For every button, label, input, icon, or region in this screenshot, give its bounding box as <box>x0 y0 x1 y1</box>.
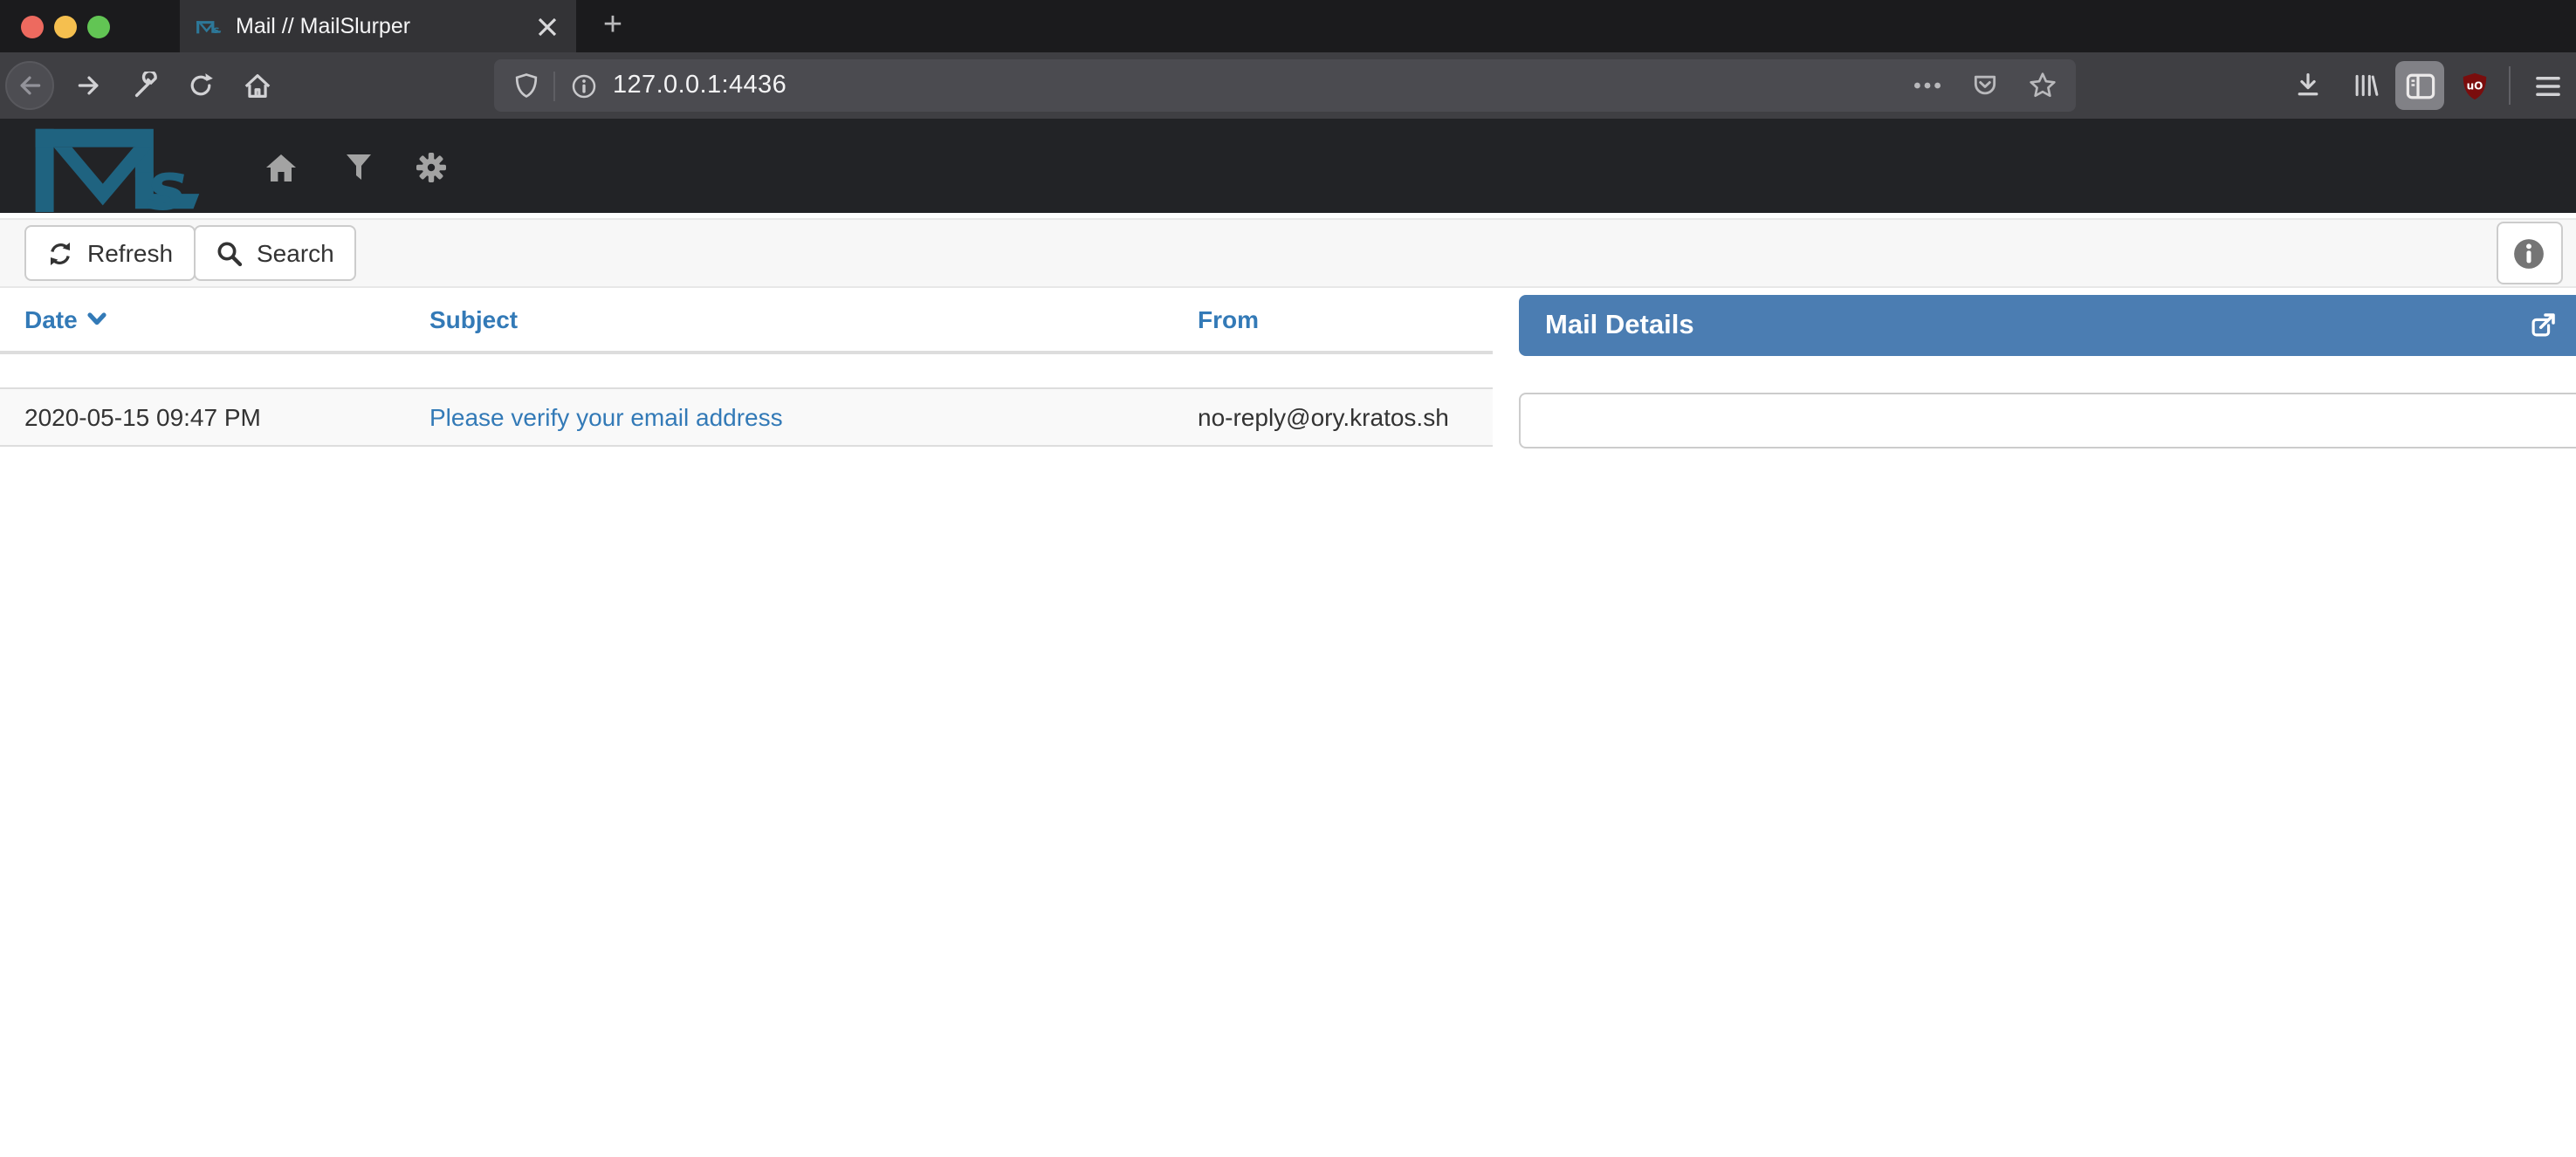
empty-table-row <box>0 354 1493 389</box>
library-button[interactable] <box>2339 61 2388 110</box>
mail-subject-cell: Please verify your email address <box>405 403 1173 431</box>
browser-tab[interactable]: s Mail // MailSlurper <box>180 0 576 52</box>
filter-icon <box>345 154 371 181</box>
page-actions-icon[interactable] <box>1913 79 1941 92</box>
browser-window: s Mail // MailSlurper + <box>0 0 2576 1157</box>
open-in-new-window-button[interactable] <box>2529 312 2555 339</box>
column-header-subject[interactable]: Subject <box>405 305 1173 333</box>
downloads-button[interactable] <box>2284 61 2332 110</box>
mail-row[interactable]: 2020-05-15 09:47 PM Please verify your e… <box>0 389 1493 447</box>
new-tab-button[interactable]: + <box>587 0 639 52</box>
home-icon <box>242 71 271 100</box>
ublock-icon: uO <box>2459 71 2489 100</box>
svg-text:s: s <box>213 23 219 35</box>
refresh-label: Refresh <box>87 239 173 267</box>
refresh-icon <box>47 240 73 266</box>
developer-tools-button[interactable] <box>120 61 169 110</box>
svg-text:s: s <box>147 147 186 213</box>
tracking-shield-icon[interactable] <box>513 72 539 99</box>
window-close-button[interactable] <box>21 15 44 38</box>
wrench-icon <box>130 71 160 100</box>
info-circle-icon <box>2512 236 2545 270</box>
mail-list-table: Date Subject From 2020-05-15 09:47 PM Pl… <box>0 288 1493 447</box>
reload-icon <box>187 72 215 99</box>
action-toolbar: Refresh Search <box>0 218 2576 288</box>
url-text[interactable]: 127.0.0.1:4436 <box>613 72 787 99</box>
nav-home-button[interactable] <box>264 150 299 185</box>
mail-details-header: Mail Details <box>1519 295 2576 356</box>
column-header-date[interactable]: Date <box>0 305 405 333</box>
sort-caret-down-icon <box>88 312 107 326</box>
info-icon[interactable] <box>571 72 597 99</box>
home-button[interactable] <box>232 61 281 110</box>
mail-from-cell: no-reply@ory.kratos.sh <box>1173 403 1493 431</box>
mailslurper-logo[interactable]: s <box>19 126 213 213</box>
toolbar-separator <box>2509 66 2511 105</box>
gear-icon <box>416 152 447 183</box>
mail-subject-link[interactable]: Please verify your email address <box>429 403 783 431</box>
tab-title: Mail // MailSlurper <box>236 14 532 38</box>
download-icon <box>2294 72 2322 99</box>
home-icon <box>265 153 297 182</box>
refresh-button[interactable]: Refresh <box>24 225 196 281</box>
column-header-from[interactable]: From <box>1173 305 1493 333</box>
external-link-icon <box>2529 312 2555 339</box>
sidebar-toggle-button[interactable] <box>2395 61 2444 110</box>
mailslurper-navbar: s <box>0 119 2576 213</box>
back-arrow-icon <box>16 72 44 99</box>
urlbar-divider <box>553 71 555 100</box>
tab-strip: s Mail // MailSlurper + <box>0 0 2576 52</box>
tab-close-icon[interactable] <box>532 12 560 40</box>
library-icon <box>2349 72 2379 99</box>
mailslurper-favicon: s <box>196 15 222 38</box>
nav-filter-button[interactable] <box>340 150 375 185</box>
window-zoom-button[interactable] <box>87 15 110 38</box>
bookmark-star-icon[interactable] <box>2029 72 2057 99</box>
mail-details-body <box>1519 393 2576 448</box>
search-button[interactable]: Search <box>194 225 357 281</box>
sidebar-icon <box>2405 72 2435 99</box>
mail-list-header-row: Date Subject From <box>0 288 1493 354</box>
main-content: Date Subject From 2020-05-15 09:47 PM Pl… <box>0 288 2576 1157</box>
search-icon <box>216 240 243 266</box>
forward-button[interactable] <box>65 61 113 110</box>
browser-toolbar: 127.0.0.1:4436 <box>0 52 2576 119</box>
mail-date-cell: 2020-05-15 09:47 PM <box>0 403 405 431</box>
pocket-icon[interactable] <box>1971 72 1999 99</box>
svg-text:uO: uO <box>2466 79 2483 91</box>
reload-button[interactable] <box>176 61 225 110</box>
ublock-extension-button[interactable]: uO <box>2449 61 2498 110</box>
mail-info-button[interactable] <box>2496 222 2562 284</box>
back-button[interactable] <box>5 61 54 110</box>
menu-button[interactable] <box>2523 61 2572 110</box>
mail-details-title: Mail Details <box>1545 310 1694 341</box>
nav-settings-button[interactable] <box>414 150 449 185</box>
window-minimize-button[interactable] <box>54 15 77 38</box>
hamburger-menu-icon <box>2534 74 2560 97</box>
forward-arrow-icon <box>75 72 103 99</box>
url-bar[interactable]: 127.0.0.1:4436 <box>494 59 2076 112</box>
search-label: Search <box>257 239 334 267</box>
